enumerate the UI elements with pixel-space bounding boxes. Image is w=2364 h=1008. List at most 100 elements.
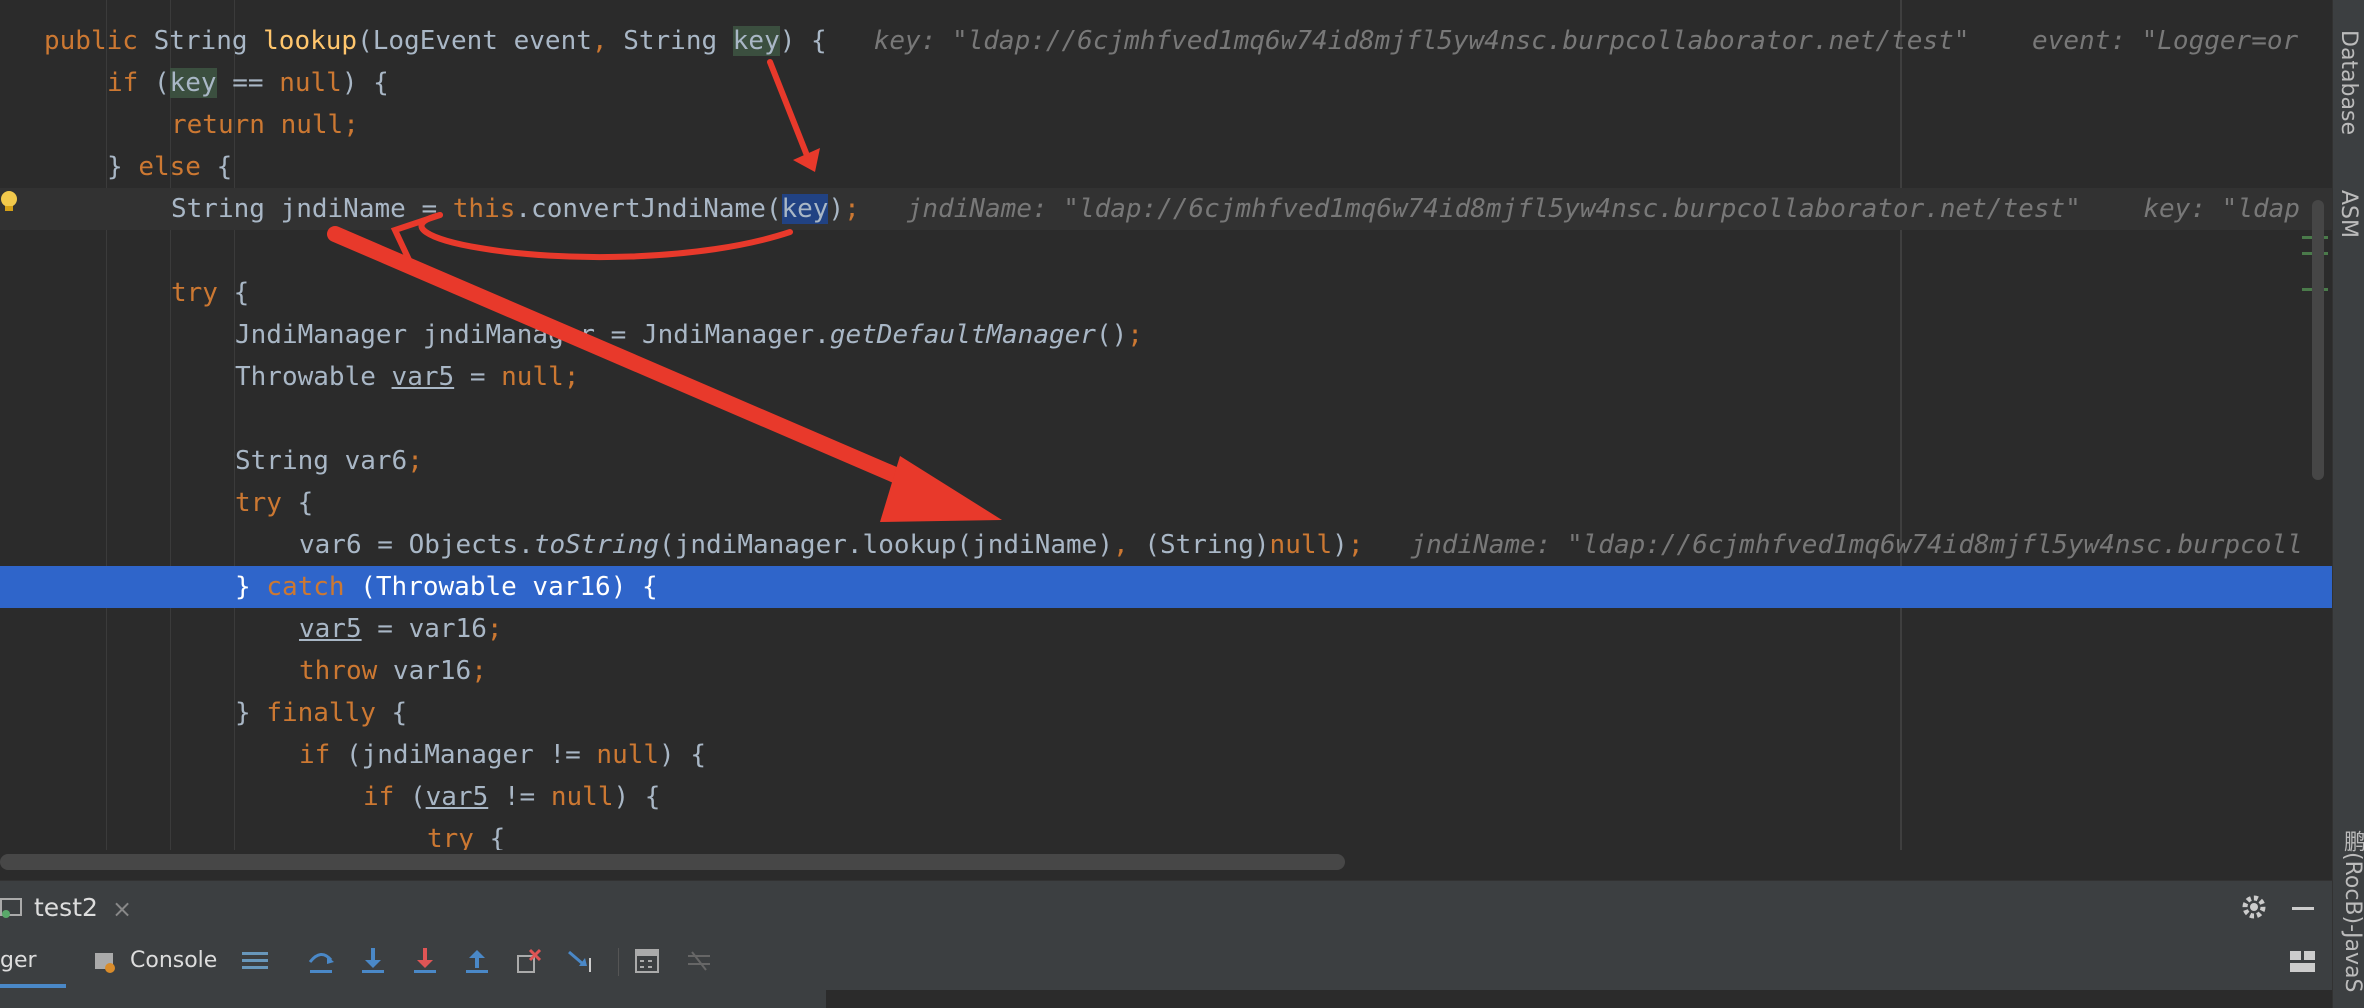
code-line[interactable]: if (jndiManager != null) { — [0, 734, 2332, 776]
keyword: if — [107, 68, 139, 98]
keyword: try — [427, 824, 474, 850]
code-text: ) — [1332, 530, 1348, 560]
keyword: null — [596, 740, 660, 770]
code-text: JndiManager jndiManager = JndiManager. — [235, 320, 830, 350]
code-text: ) — [828, 194, 845, 224]
code-text: } — [235, 572, 267, 602]
semicolon: ; — [844, 194, 860, 224]
active-tab-indicator — [0, 984, 66, 988]
code-text: (jndiManager != — [330, 740, 597, 770]
code-line[interactable]: return null; — [0, 104, 2332, 146]
comma: , — [1113, 530, 1145, 560]
evaluate-expression-icon[interactable] — [630, 944, 664, 978]
code-line-current[interactable]: String jndiName = this.convertJndiName(k… — [0, 188, 2332, 230]
param-key: key — [169, 68, 217, 98]
keyword: if — [363, 782, 395, 812]
code-line[interactable]: String var6; — [0, 440, 2332, 482]
selected-key: key — [781, 194, 829, 224]
debug-panel-content — [0, 990, 2332, 1008]
vertical-scrollbar[interactable] — [2312, 200, 2324, 480]
code-line[interactable]: try { — [0, 482, 2332, 524]
force-step-into-icon[interactable] — [408, 944, 442, 978]
semicolon: ; — [563, 362, 580, 392]
step-over-icon[interactable] — [304, 944, 338, 978]
step-out-icon[interactable] — [460, 944, 494, 978]
code-text: = var16 — [361, 614, 487, 644]
method-name: lookup — [263, 26, 358, 56]
code-text: () — [1095, 320, 1128, 350]
code-text: } — [235, 698, 267, 728]
tab-debugger[interactable]: ger — [0, 948, 37, 973]
keyword: null — [280, 110, 344, 140]
type: String — [153, 26, 264, 56]
keyword: null — [550, 782, 614, 812]
keyword: try — [171, 278, 218, 308]
code-text: { — [473, 824, 506, 850]
code-line[interactable]: } else { — [0, 146, 2332, 188]
threads-view-icon[interactable] — [238, 944, 272, 978]
tab-asm[interactable]: ASM — [2336, 190, 2361, 238]
code-line[interactable]: var5 = var16; — [0, 608, 2332, 650]
code-text: == — [216, 68, 280, 98]
lightbulb-icon[interactable] — [0, 190, 18, 214]
keyword: catch — [266, 572, 345, 602]
tab-database[interactable]: Database — [2336, 30, 2361, 135]
code-line[interactable]: throw var16; — [0, 650, 2332, 692]
code-line-execution-point[interactable]: } catch (Throwable var16) { — [0, 566, 2332, 608]
inline-debug-value: jndiName: "ldap://6cjmhfved1mq6w74id8mjf… — [906, 194, 2081, 224]
code-text: Throwable — [235, 362, 392, 392]
code-text: != — [488, 782, 551, 812]
tab-database-label: Database — [2336, 30, 2361, 135]
reassigned-var: var5 — [391, 362, 455, 392]
static-method: toString — [533, 530, 660, 560]
semicolon: ; — [407, 446, 423, 476]
code-line[interactable]: if (key == null) { — [0, 62, 2332, 104]
code-text: String var6 — [235, 446, 408, 476]
trace-stream-icon[interactable] — [682, 944, 716, 978]
semicolon: ; — [343, 110, 359, 140]
code-line[interactable]: Throwable var5 = null; — [0, 356, 2332, 398]
code-line[interactable]: JndiManager jndiManager = JndiManager.ge… — [0, 314, 2332, 356]
drop-frame-icon[interactable] — [512, 944, 546, 978]
code-line[interactable]: public String lookup(LogEvent event, Str… — [0, 20, 2332, 62]
toolbar-separator — [618, 948, 619, 976]
minimize-icon[interactable] — [2292, 907, 2314, 910]
debug-session-tab[interactable]: test2 — [34, 893, 98, 922]
code-line[interactable]: if (var5 != null) { — [0, 776, 2332, 818]
code-text: (LogEvent event — [357, 26, 592, 56]
frames-pane — [0, 990, 826, 1008]
keyword: finally — [266, 698, 376, 728]
code-line[interactable]: var6 = Objects.toString(jndiManager.look… — [0, 524, 2332, 566]
close-icon[interactable]: × — [112, 895, 132, 923]
code-text: { — [217, 278, 250, 308]
step-into-icon[interactable] — [356, 944, 390, 978]
code-text: (String) — [1144, 530, 1270, 560]
horizontal-scrollbar[interactable] — [0, 854, 1345, 870]
code-line[interactable]: } finally { — [0, 692, 2332, 734]
tab-console[interactable]: Console — [130, 948, 217, 973]
code-text: (Throwable var16) { — [344, 572, 658, 602]
code-text: var6 = Objects. — [299, 530, 534, 560]
comma: , — [591, 26, 624, 56]
static-method: getDefaultManager — [829, 320, 1096, 350]
layout-settings-icon[interactable] — [2286, 944, 2320, 978]
code-text: ) { — [779, 26, 827, 56]
keyword: else — [138, 152, 201, 182]
code-text: } — [107, 152, 139, 182]
keyword: return — [171, 110, 281, 140]
code-text: ) { — [341, 68, 389, 98]
code-line[interactable]: try { — [0, 272, 2332, 314]
code-editor[interactable]: public String lookup(LogEvent event, Str… — [0, 0, 2332, 850]
gear-icon[interactable] — [2240, 893, 2268, 925]
code-text: ( — [138, 68, 170, 98]
code-text: { — [281, 488, 314, 518]
code-text: { — [375, 698, 408, 728]
code-line[interactable]: try { — [0, 818, 2332, 850]
code-text: { — [200, 152, 233, 182]
code-text: var16 — [392, 656, 472, 686]
inline-debug-value: jndiName: "ldap://6cjmhfved1mq6w74id8mjf… — [1410, 530, 2303, 560]
debug-toolbar: ger Console — [0, 934, 2332, 990]
tab-plugin[interactable]: 鹏(RocB)-JavaS — [2336, 830, 2364, 993]
run-to-cursor-icon[interactable] — [564, 944, 598, 978]
keyword: throw — [299, 656, 393, 686]
